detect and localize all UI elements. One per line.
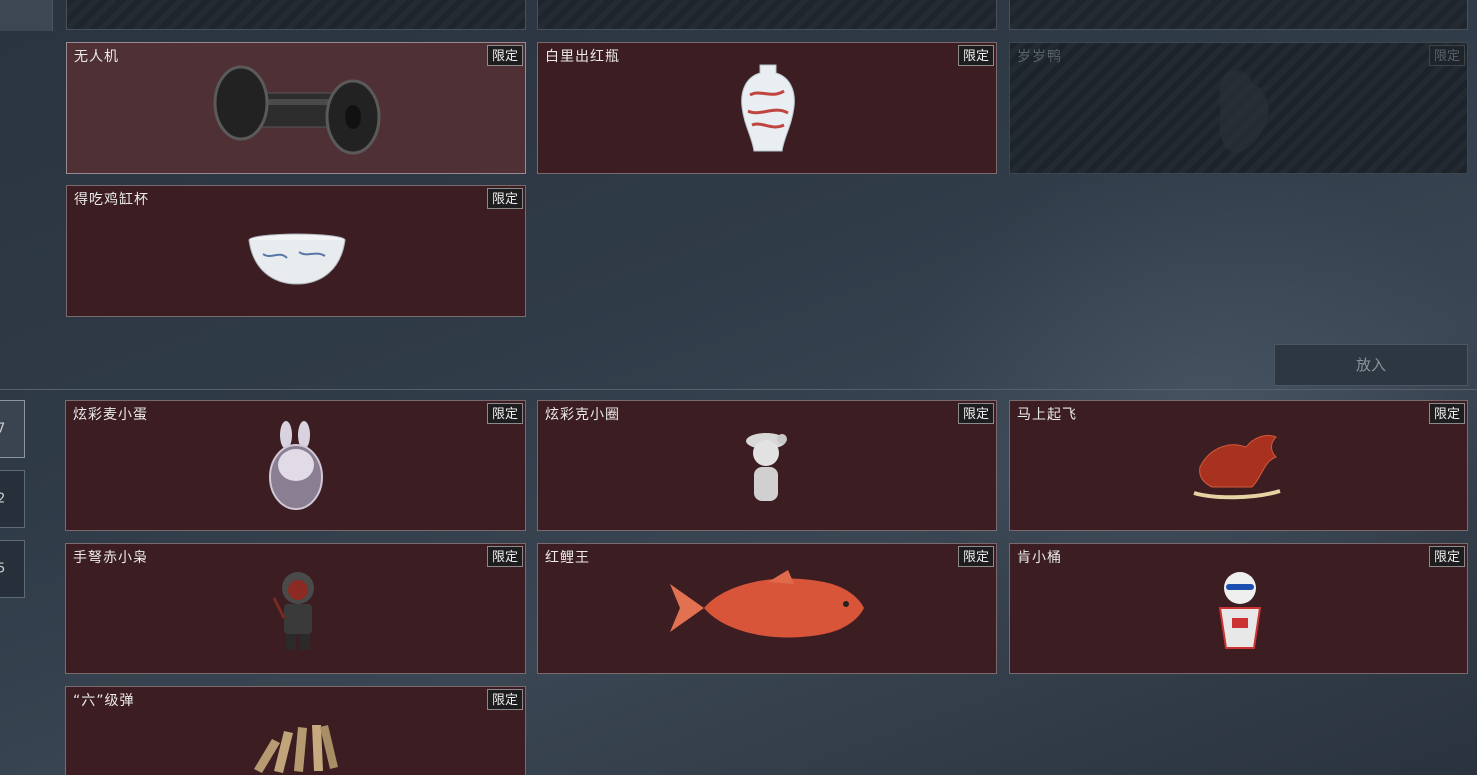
put-in-button[interactable]: 放入 [1274, 344, 1468, 386]
duck-icon [1219, 70, 1269, 153]
bowl-icon [248, 233, 346, 285]
item-card-bucket[interactable]: 肯小桶 限定 [1009, 543, 1468, 674]
item-name: 炫彩克小圈 [545, 407, 620, 423]
koi-fish-icon [670, 570, 864, 638]
limited-badge: 限定 [958, 546, 994, 567]
partial-card[interactable] [537, 0, 997, 30]
limited-badge: 限定 [487, 689, 523, 710]
item-card-duck[interactable]: 岁岁鸭 限定 [1009, 42, 1468, 174]
vase-icon [741, 64, 795, 152]
item-name: 肯小桶 [1017, 550, 1062, 566]
item-card-bunny-egg[interactable]: 炫彩麦小蛋 限定 [65, 400, 526, 531]
item-card-vase[interactable]: 白里出红瓶 限定 [537, 42, 997, 174]
side-tab-label: 5 [0, 562, 5, 577]
limited-badge: 限定 [487, 546, 523, 567]
item-card-figurine[interactable]: 炫彩克小圈 限定 [537, 400, 997, 531]
item-name: 岁岁鸭 [1017, 49, 1062, 65]
item-card-horse[interactable]: 马上起飞 限定 [1009, 400, 1468, 531]
side-tab-label: 7 [0, 422, 5, 437]
item-card-archer[interactable]: 手弩赤小枭 限定 [65, 543, 526, 674]
limited-badge: 限定 [487, 403, 523, 424]
partial-card[interactable] [66, 0, 526, 30]
bunny-egg-icon [269, 421, 323, 510]
limited-badge: 限定 [1429, 546, 1465, 567]
limited-badge: 限定 [1429, 45, 1465, 66]
item-name: 炫彩麦小蛋 [73, 407, 148, 423]
item-name: “六”级弹 [73, 693, 135, 709]
side-tab-3[interactable]: 5 [0, 540, 25, 598]
bullet-icon [254, 725, 338, 773]
top-left-tab[interactable] [0, 0, 53, 31]
figurine-icon [746, 433, 787, 501]
limited-badge: 限定 [958, 403, 994, 424]
item-name: 红鲤王 [545, 550, 590, 566]
item-card-bowl[interactable]: 得吃鸡缸杯 限定 [66, 185, 526, 317]
item-name: 无人机 [74, 49, 119, 65]
side-tab-2[interactable]: 2 [0, 470, 25, 528]
archer-icon [272, 572, 314, 650]
limited-badge: 限定 [487, 45, 523, 66]
item-card-drone[interactable]: 无人机 限定 [66, 42, 526, 174]
side-tab-1[interactable]: 7 [0, 400, 25, 458]
limited-badge: 限定 [958, 45, 994, 66]
bucket-mascot-icon [1218, 572, 1262, 649]
drone-icon [213, 65, 381, 155]
item-name: 白里出红瓶 [545, 49, 620, 65]
limited-badge: 限定 [487, 188, 523, 209]
partial-card[interactable] [1009, 0, 1468, 30]
side-tab-label: 2 [0, 492, 5, 507]
item-card-koi[interactable]: 红鲤王 限定 [537, 543, 997, 674]
item-name: 得吃鸡缸杯 [74, 192, 149, 208]
item-name: 马上起飞 [1017, 407, 1077, 423]
limited-badge: 限定 [1429, 403, 1465, 424]
item-card-bullet[interactable]: “六”级弹 限定 [65, 686, 526, 775]
horse-icon [1193, 434, 1281, 500]
item-name: 手弩赤小枭 [73, 550, 148, 566]
section-divider [0, 389, 1477, 390]
